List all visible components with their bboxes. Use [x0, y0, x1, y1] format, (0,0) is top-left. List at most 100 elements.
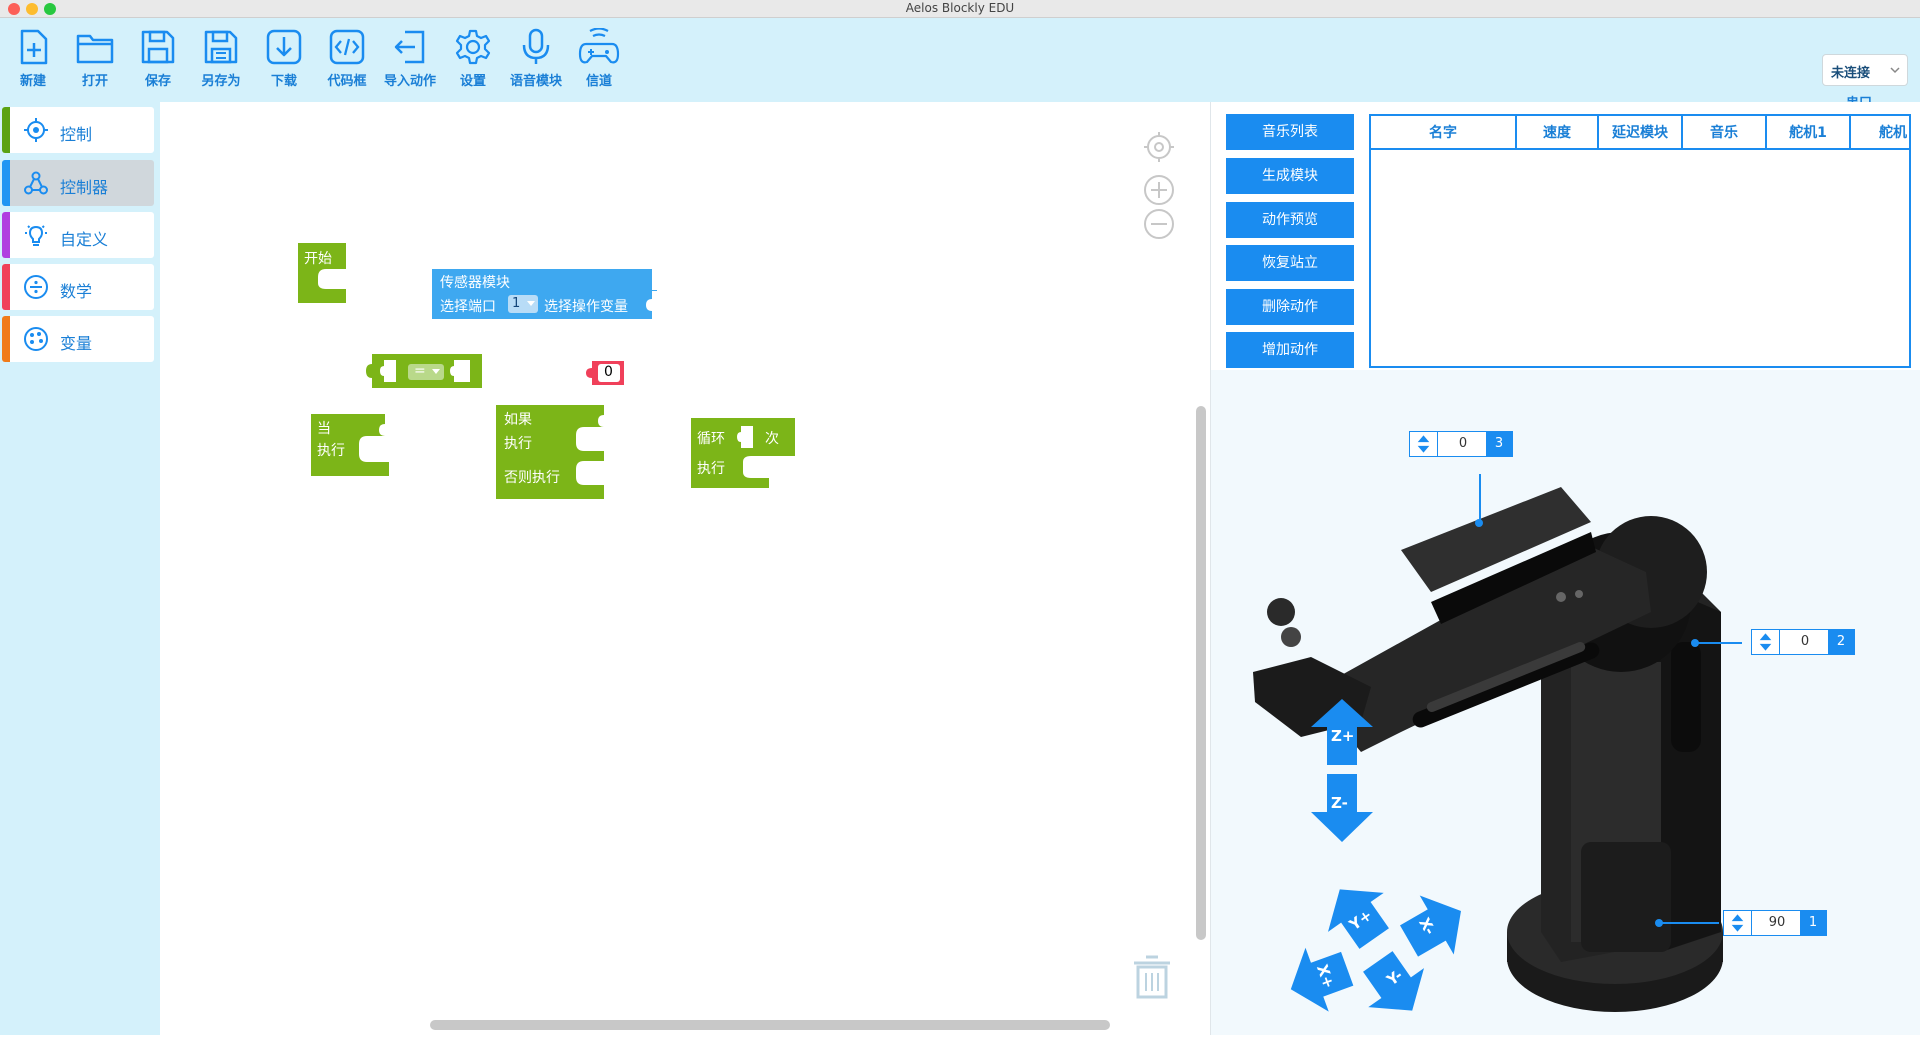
servo3-spinbox[interactable]: 0 3 — [1409, 431, 1513, 457]
z-plus-button[interactable]: Z+ — [1309, 697, 1375, 767]
category-custom[interactable]: 自定义 — [2, 212, 154, 258]
servo1-anchor-dot — [1655, 919, 1663, 927]
zoom-out-icon[interactable] — [1143, 208, 1175, 240]
target-icon — [24, 118, 48, 142]
vertical-scrollbar[interactable] — [1196, 406, 1206, 940]
category-variable[interactable]: 变量 — [2, 316, 154, 362]
compare-block[interactable]: = — [366, 354, 484, 390]
blockly-workspace[interactable]: 开始 传感器模块 选择端口 1 选择操作变量 = 0 当 执行 如果 执行 否则… — [160, 102, 1210, 1035]
download-icon — [266, 29, 302, 65]
servo2-value[interactable]: 0 — [1780, 630, 1830, 654]
z-minus-button[interactable]: Z- — [1309, 772, 1375, 844]
code-button[interactable]: 代码框 — [316, 28, 378, 98]
delete-action-button[interactable]: 删除动作 — [1226, 289, 1354, 325]
if-else-block[interactable]: 如果 执行 否则执行 — [494, 405, 606, 503]
servo3-anchor-dot — [1475, 519, 1483, 527]
channel-label: 信道 — [585, 74, 612, 89]
import-action-button[interactable]: 导入动作 — [379, 28, 441, 98]
category-label: 自定义 — [60, 230, 109, 249]
window-titlebar: Aelos Blockly EDU — [0, 0, 1920, 18]
column-name: 名字 — [1371, 116, 1517, 150]
spin-arrows-icon[interactable] — [1410, 432, 1438, 456]
restore-stand-button[interactable]: 恢复站立 — [1226, 245, 1354, 281]
microphone-icon — [522, 28, 550, 64]
trash-icon[interactable] — [1132, 953, 1172, 1001]
spin-arrows-icon[interactable] — [1724, 911, 1752, 935]
horizontal-scrollbar[interactable] — [430, 1020, 1110, 1030]
save-button[interactable]: 保存 — [127, 28, 189, 98]
divide-icon — [24, 275, 48, 299]
generate-block-button[interactable]: 生成模块 — [1226, 158, 1354, 194]
preview-action-button[interactable]: 动作预览 — [1226, 202, 1354, 238]
category-sidebar: 控制 控制器 自定义 数学 变量 — [0, 102, 160, 1035]
connection-select[interactable]: 未连接 — [1822, 54, 1908, 86]
servo1-leader-line — [1657, 922, 1719, 924]
z-plus-label: Z+ — [1331, 727, 1355, 745]
zoom-in-icon[interactable] — [1143, 174, 1175, 206]
connection-value: 未连接 — [1831, 66, 1871, 81]
right-panel: 音乐列表 生成模块 动作预览 恢复站立 删除动作 增加动作 名字 速度 延迟模块… — [1210, 102, 1920, 1035]
servo1-index: 1 — [1800, 911, 1826, 935]
action-table[interactable]: 名字 速度 延迟模块 音乐 舵机1 舵机 — [1369, 114, 1911, 368]
loop-times-label: 次 — [765, 431, 779, 447]
new-button[interactable]: 新建 — [2, 28, 64, 98]
servo1-value[interactable]: 90 — [1752, 911, 1802, 935]
sensor-port-dropdown[interactable]: 1 — [508, 295, 538, 313]
sensor-module-block[interactable]: 传感器模块 选择端口 1 选择操作变量 — [432, 269, 657, 325]
lightbulb-icon — [25, 225, 47, 246]
column-speed: 速度 — [1517, 116, 1599, 150]
servo1-spinbox[interactable]: 90 1 — [1723, 910, 1827, 936]
open-label: 打开 — [81, 74, 108, 89]
while-do-label: 执行 — [317, 443, 345, 459]
category-color-bar — [2, 107, 10, 153]
loop-label: 循环 — [697, 431, 725, 447]
category-label: 控制器 — [60, 178, 109, 197]
chevron-down-icon — [432, 369, 440, 374]
servo2-index: 2 — [1828, 630, 1854, 654]
add-action-button[interactable]: 增加动作 — [1226, 332, 1354, 368]
save-label: 保存 — [144, 74, 171, 89]
number-value[interactable]: 0 — [604, 364, 613, 380]
servo2-spinbox[interactable]: 0 2 — [1751, 629, 1855, 655]
category-color-bar — [2, 212, 10, 258]
while-block[interactable]: 当 执行 — [309, 414, 391, 480]
category-controller[interactable]: 控制器 — [2, 160, 154, 206]
save-icon — [141, 30, 175, 64]
category-color-bar — [2, 160, 10, 206]
compare-operator: = — [414, 363, 426, 379]
chevron-down-icon — [1890, 67, 1900, 74]
recenter-icon[interactable] — [1143, 131, 1175, 163]
new-label: 新建 — [19, 74, 46, 89]
channel-button[interactable]: 信道 — [568, 28, 630, 98]
download-button[interactable]: 下载 — [253, 28, 315, 98]
if-else-label: 否则执行 — [504, 470, 560, 486]
open-button[interactable]: 打开 — [64, 28, 126, 98]
number-block[interactable]: 0 — [586, 361, 624, 387]
save-as-button[interactable]: 另存为 — [190, 28, 252, 98]
while-label: 当 — [317, 421, 331, 437]
import-action-label: 导入动作 — [383, 74, 436, 89]
action-panel: 音乐列表 生成模块 动作预览 恢复站立 删除动作 增加动作 名字 速度 延迟模块… — [1211, 102, 1920, 370]
if-do-label: 执行 — [504, 436, 532, 452]
start-block[interactable]: 开始 — [296, 243, 350, 305]
servo3-value[interactable]: 0 — [1438, 432, 1488, 456]
sensor-var-label: 选择操作变量 — [544, 299, 628, 315]
category-math[interactable]: 数学 — [2, 264, 154, 310]
music-list-button[interactable]: 音乐列表 — [1226, 114, 1354, 150]
voice-module-button[interactable]: 语音模块 — [505, 28, 567, 98]
sensor-port-label: 选择端口 — [440, 299, 496, 315]
code-label: 代码框 — [327, 74, 367, 89]
column-servo: 舵机 — [1879, 125, 1907, 141]
loop-block[interactable]: 循环 次 执行 — [689, 418, 797, 494]
code-icon — [329, 29, 365, 65]
compare-operator-dropdown[interactable]: = — [408, 363, 444, 380]
servo3-leader-line — [1479, 474, 1481, 522]
sensor-port-value: 1 — [512, 296, 521, 311]
spin-arrows-icon[interactable] — [1752, 630, 1780, 654]
save-as-icon — [204, 30, 238, 64]
settings-label: 设置 — [459, 74, 486, 89]
settings-button[interactable]: 设置 — [442, 28, 504, 98]
if-label: 如果 — [504, 412, 532, 428]
category-control[interactable]: 控制 — [2, 107, 154, 153]
sensor-title: 传感器模块 — [440, 275, 510, 291]
